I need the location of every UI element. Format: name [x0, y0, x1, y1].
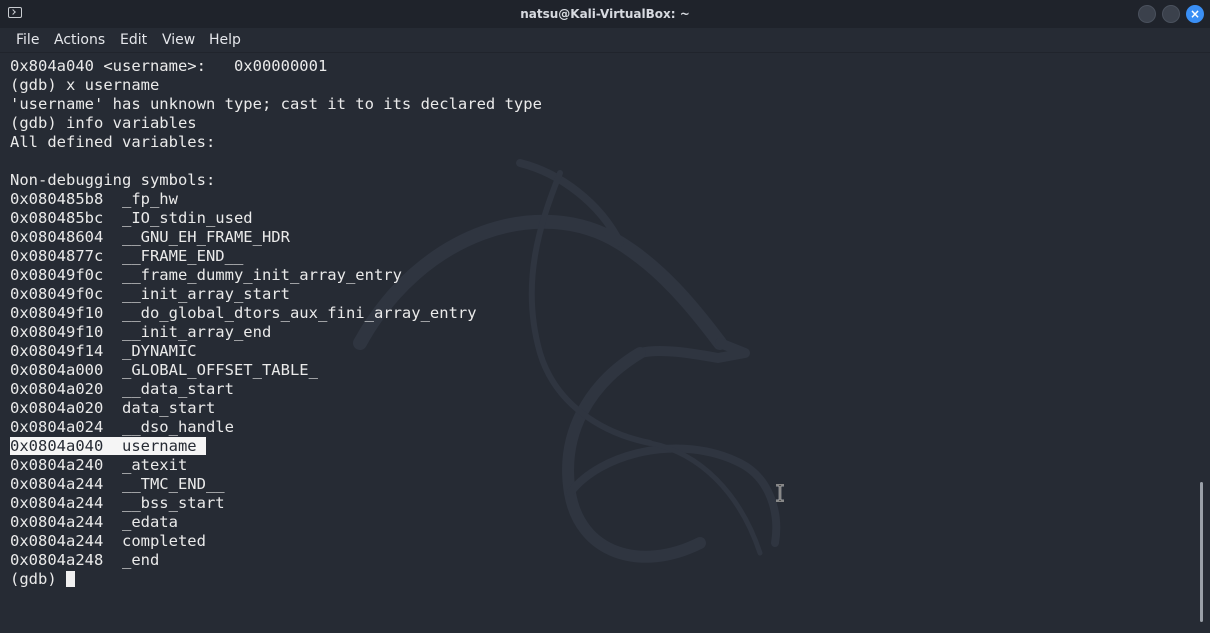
terminal-line: All defined variables:: [10, 133, 216, 151]
title-bar[interactable]: natsu@Kali-VirtualBox: ~ ×: [0, 0, 1210, 28]
terminal-line: 0x804a040 <username>: 0x00000001: [10, 57, 328, 75]
menu-edit[interactable]: Edit: [120, 31, 147, 49]
menu-actions[interactable]: Actions: [54, 31, 105, 49]
menu-bar: File Actions Edit View Help: [0, 28, 1210, 52]
close-button[interactable]: ×: [1186, 5, 1204, 23]
terminal-line: 0x08049f0c __frame_dummy_init_array_entr…: [10, 266, 402, 284]
minimize-button[interactable]: [1138, 5, 1156, 23]
terminal-line: 0x0804a248 _end: [10, 551, 160, 569]
terminal-line: 0x0804877c __FRAME_END__: [10, 247, 244, 265]
terminal-line: 0x0804a240 _atexit: [10, 456, 188, 474]
terminal-line: 'username' has unknown type; cast it to …: [10, 95, 542, 113]
terminal-line: 0x08049f0c __init_array_start: [10, 285, 290, 303]
text-cursor-ibeam-icon: [776, 484, 784, 502]
prompt-line[interactable]: (gdb): [10, 570, 542, 589]
terminal-line: 0x08049f14 _DYNAMIC: [10, 342, 197, 360]
terminal-lines: 0x804a040 <username>: 0x00000001 (gdb) x…: [10, 57, 542, 589]
terminal-line: 0x0804a020 data_start: [10, 399, 216, 417]
menu-file[interactable]: File: [16, 31, 39, 49]
terminal-line: Non-debugging symbols:: [10, 171, 216, 189]
menu-help[interactable]: Help: [209, 31, 241, 49]
gdb-prompt: (gdb): [10, 570, 66, 588]
terminal-line: (gdb) info variables: [10, 114, 197, 132]
terminal-line: 0x08048604 __GNU_EH_FRAME_HDR: [10, 228, 290, 246]
scrollbar-thumb[interactable]: [1200, 482, 1203, 622]
terminal-line: 0x0804a020 __data_start: [10, 380, 234, 398]
selected-terminal-line[interactable]: 0x0804a040 username: [10, 437, 542, 456]
selection-highlight[interactable]: 0x0804a040 username: [10, 437, 206, 455]
terminal-output[interactable]: 0x804a040 <username>: 0x00000001 (gdb) x…: [0, 53, 1198, 633]
terminal-line: 0x0804a244 __TMC_END__: [10, 475, 225, 493]
terminal-line: 0x0804a024 __dso_handle: [10, 418, 234, 436]
terminal-window: natsu@Kali-VirtualBox: ~ × File Actions …: [0, 0, 1210, 633]
terminal-line: 0x080485b8 _fp_hw: [10, 190, 178, 208]
terminal-line: 0x08049f10 __init_array_end: [10, 323, 272, 341]
terminal-line: 0x0804a000 _GLOBAL_OFFSET_TABLE_: [10, 361, 318, 379]
window-title: natsu@Kali-VirtualBox: ~: [520, 7, 690, 21]
terminal-line: (gdb) x username: [10, 76, 160, 94]
menu-view[interactable]: View: [162, 31, 195, 49]
terminal-line: 0x0804a244 _edata: [10, 513, 178, 531]
terminal-line: 0x0804a244 completed: [10, 532, 206, 550]
maximize-button[interactable]: [1162, 5, 1180, 23]
terminal-line: 0x08049f10 __do_global_dtors_aux_fini_ar…: [10, 304, 477, 322]
terminal-line: 0x080485bc _IO_stdin_used: [10, 209, 253, 227]
block-cursor: [66, 571, 75, 587]
terminal-line: 0x0804a244 __bss_start: [10, 494, 225, 512]
